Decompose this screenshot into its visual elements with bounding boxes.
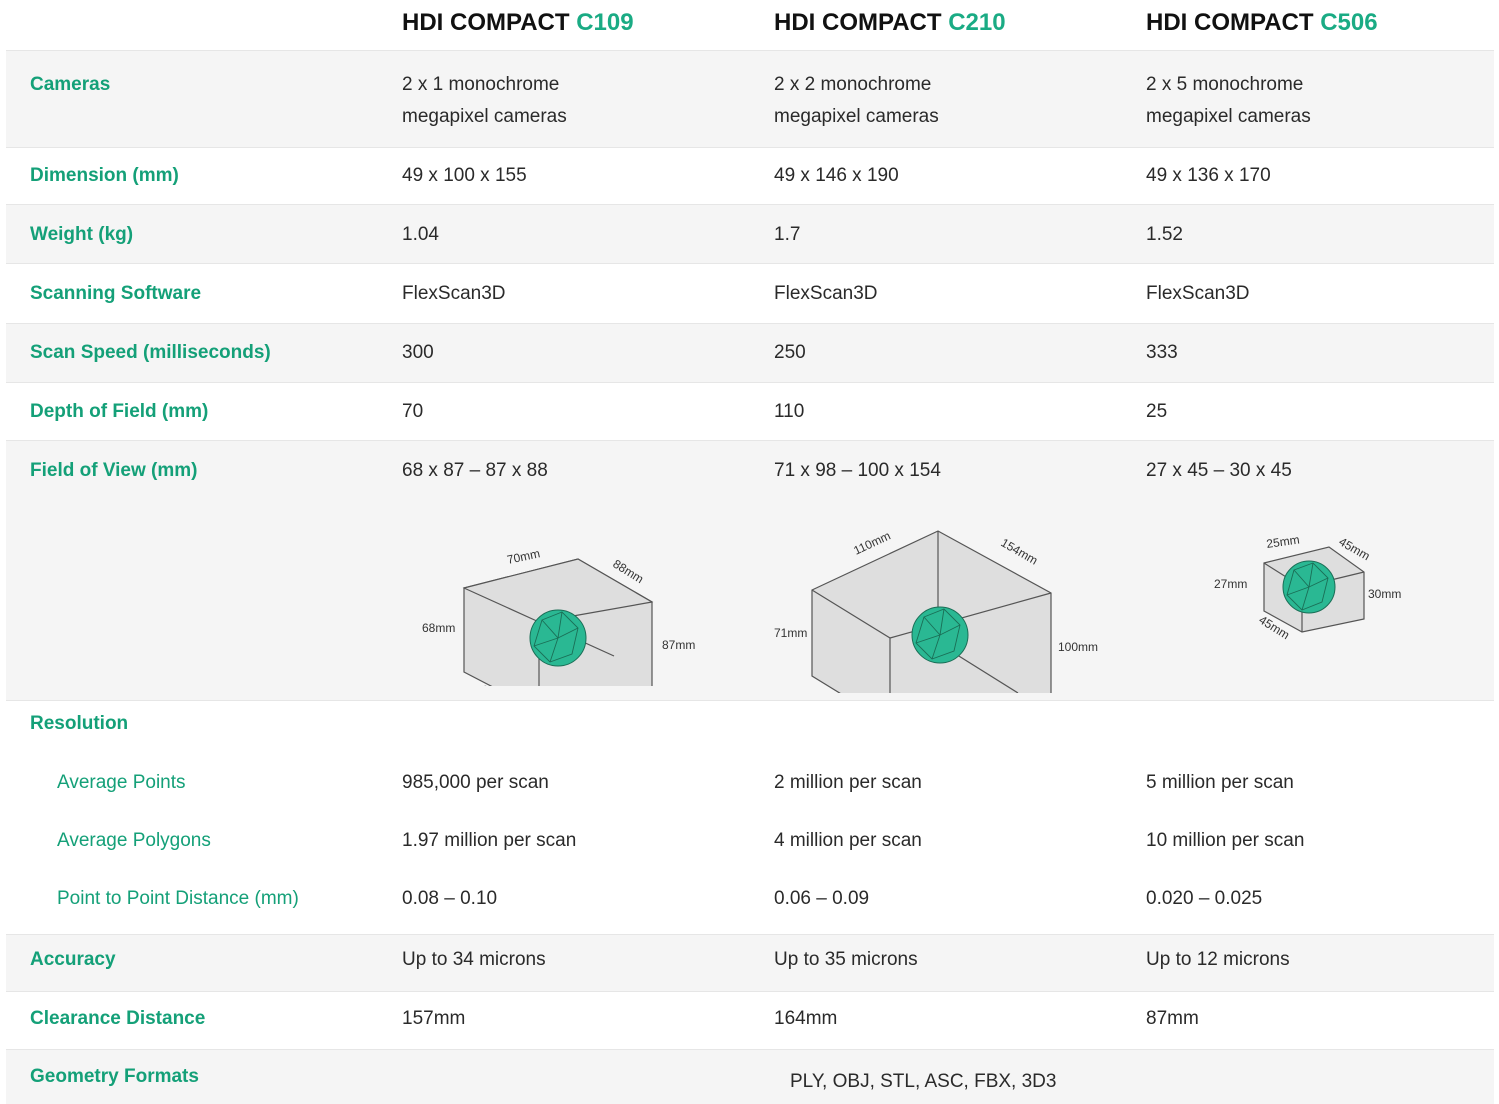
- cell-value: 1.04: [402, 224, 439, 245]
- dim-label: 70mm: [506, 546, 542, 567]
- cell-value: 49 x 146 x 190: [774, 165, 899, 186]
- cell-value: 10 million per scan: [1146, 830, 1305, 851]
- cell-value: 0.06 – 0.09: [774, 888, 870, 909]
- product-title-c109: HDI COMPACT C109: [402, 9, 634, 36]
- row-scan-speed: Scan Speed (milliseconds) 300 250 333: [6, 323, 1494, 382]
- cell-value: 2 x 1 monochrome megapixel cameras: [402, 74, 567, 127]
- cell-value: Up to 34 microns: [402, 949, 546, 970]
- row-dimension: Dimension (mm) 49 x 100 x 155 49 x 146 x…: [6, 147, 1494, 204]
- fov-diagram-c109: 70mm 88mm 68mm 87mm 87mm: [422, 546, 695, 686]
- cell-value: 333: [1146, 342, 1178, 363]
- row-label: Depth of Field (mm): [30, 401, 209, 422]
- dim-label: 25mm: [1265, 532, 1300, 551]
- product-title-c210: HDI COMPACT C210: [774, 9, 1006, 36]
- row-label: Scan Speed (milliseconds): [30, 342, 271, 363]
- cell-value: 1.52: [1146, 224, 1183, 245]
- row-label: Dimension (mm): [30, 165, 179, 186]
- fov-diagram-c210: 110mm 154mm 71mm 100mm 98mm: [774, 528, 1098, 693]
- cell-value: 25: [1146, 401, 1168, 422]
- row-cameras: Cameras 2 x 1 monochrome megapixel camera…: [6, 50, 1494, 147]
- cell-value: 0.08 – 0.10: [402, 888, 498, 909]
- cell-value: 49 x 136 x 170: [1146, 165, 1271, 186]
- dim-label: 100mm: [1058, 640, 1098, 654]
- cell-value: Up to 35 microns: [774, 949, 918, 970]
- cell-value: 4 million per scan: [774, 830, 922, 851]
- row-resolution: Resolution Average Points 985,000 per sc…: [6, 700, 1494, 934]
- row-label: Geometry Formats: [30, 1066, 199, 1087]
- spec-table: HDI COMPACT C109 HDI COMPACT C210 HDI CO…: [6, 0, 1494, 1104]
- row-label: Average Polygons: [57, 830, 211, 851]
- row-geometry-formats: Geometry Formats PLY, OBJ, STL, ASC, FBX…: [6, 1049, 1494, 1104]
- row-depth-of-field: Depth of Field (mm) 70 110 25: [6, 382, 1494, 440]
- cell-value: 87mm: [1146, 1008, 1199, 1029]
- cell-value: 985,000 per scan: [402, 772, 549, 793]
- cell-value: 157mm: [402, 1008, 466, 1029]
- cell-value: 49 x 100 x 155: [402, 165, 527, 186]
- dim-label: 154mm: [999, 535, 1041, 567]
- cell-value: 27 x 45 – 30 x 45: [1146, 460, 1292, 481]
- row-label: Cameras: [30, 74, 111, 95]
- row-scanning-software: Scanning Software FlexScan3D FlexScan3D …: [6, 263, 1494, 323]
- cell-value: Up to 12 microns: [1146, 949, 1290, 970]
- dim-label: 110mm: [851, 528, 892, 557]
- cell-value: FlexScan3D: [402, 283, 506, 304]
- row-label: Point to Point Distance (mm): [57, 888, 299, 909]
- row-label: Weight (kg): [30, 224, 134, 245]
- cell-value: 1.97 million per scan: [402, 830, 577, 851]
- header-row: HDI COMPACT C109 HDI COMPACT C210 HDI CO…: [6, 0, 1494, 50]
- row-clearance-distance: Clearance Distance 157mm 164mm 87mm: [6, 991, 1494, 1049]
- dim-label: 30mm: [1368, 587, 1401, 601]
- row-label: Average Points: [57, 772, 186, 793]
- row-weight: Weight (kg) 1.04 1.7 1.52: [6, 204, 1494, 263]
- row-label: Clearance Distance: [30, 1008, 206, 1029]
- row-label: Field of View (mm): [30, 460, 198, 481]
- cell-value: 2 million per scan: [774, 772, 922, 793]
- cell-value: 2 x 5 monochrome megapixel cameras: [1146, 74, 1311, 127]
- cell-value: FlexScan3D: [1146, 283, 1250, 304]
- cell-value: PLY, OBJ, STL, ASC, FBX, 3D3: [790, 1071, 1057, 1092]
- cell-value: 0.020 – 0.025: [1146, 888, 1263, 909]
- cell-value: 1.7: [774, 224, 801, 245]
- row-field-of-view: Field of View (mm) 68 x 87 – 87 x 88 71 …: [6, 440, 1494, 700]
- cell-value: 164mm: [774, 1008, 838, 1029]
- cell-value: 5 million per scan: [1146, 772, 1294, 793]
- fov-diagram-c506: 25mm 45mm 27mm 30mm 45mm: [1214, 532, 1401, 642]
- section-label: Resolution: [30, 713, 129, 734]
- row-accuracy: Accuracy Up to 34 microns Up to 35 micro…: [6, 934, 1494, 991]
- cell-value: 68 x 87 – 87 x 88: [402, 460, 548, 481]
- cell-value: FlexScan3D: [774, 283, 878, 304]
- cell-value: 110: [774, 401, 805, 422]
- dim-label: 27mm: [1214, 577, 1247, 591]
- dim-label: 87mm: [662, 638, 695, 652]
- cell-value: 300: [402, 342, 434, 363]
- cell-value: 250: [774, 342, 806, 363]
- cell-value: 70: [402, 401, 424, 422]
- row-label: Scanning Software: [30, 283, 202, 304]
- dim-label: 68mm: [422, 621, 455, 635]
- row-label: Accuracy: [30, 949, 116, 970]
- dim-label: 71mm: [774, 626, 807, 640]
- product-title-c506: HDI COMPACT C506: [1146, 9, 1378, 36]
- cell-value: 2 x 2 monochrome megapixel cameras: [774, 74, 939, 127]
